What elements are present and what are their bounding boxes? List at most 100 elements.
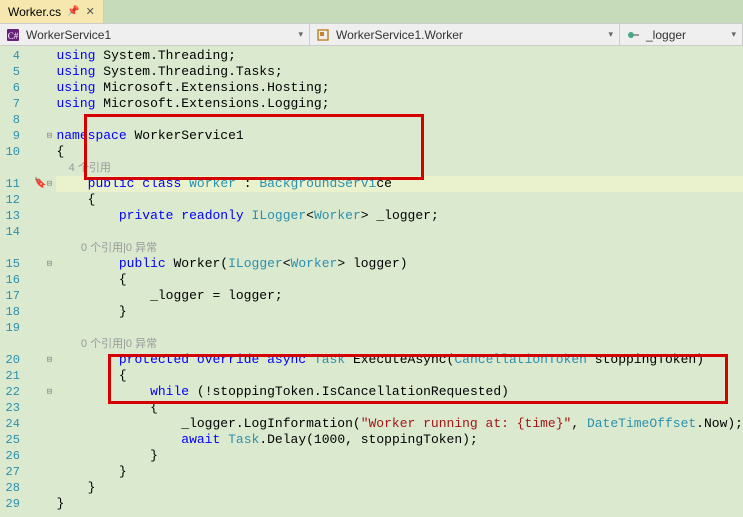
line-number: 24: [0, 416, 20, 432]
tab-bar: Worker.cs 📌 ✕: [0, 0, 743, 24]
line-number: 9: [0, 128, 20, 144]
code-line[interactable]: {: [56, 368, 743, 384]
close-icon[interactable]: ✕: [86, 5, 95, 18]
chevron-down-icon: ▾: [731, 29, 736, 40]
chevron-down-icon: ▾: [298, 29, 303, 40]
code-line[interactable]: using System.Threading;: [56, 48, 743, 64]
line-number: [0, 160, 20, 176]
breakpoint-slot[interactable]: [34, 128, 46, 144]
code-line[interactable]: [56, 320, 743, 336]
code-editor[interactable]: 4567891011121314151617181920212223242526…: [0, 46, 743, 517]
breakpoint-slot[interactable]: [34, 288, 46, 304]
code-line[interactable]: public Worker(ILogger<Worker> logger): [56, 256, 743, 272]
codelens-line[interactable]: 0 个引用|0 异常: [56, 336, 743, 352]
line-number: 27: [0, 464, 20, 480]
code-line[interactable]: private readonly ILogger<Worker> _logger…: [56, 208, 743, 224]
line-number: 26: [0, 448, 20, 464]
chevron-down-icon: ▾: [608, 29, 613, 40]
scope-namespace-dropdown[interactable]: C# WorkerService1 ▾: [0, 24, 310, 45]
line-number: 18: [0, 304, 20, 320]
line-number: 17: [0, 288, 20, 304]
line-number: 5: [0, 64, 20, 80]
code-line[interactable]: [56, 224, 743, 240]
breakpoint-slot[interactable]: [34, 96, 46, 112]
breakpoint-slot[interactable]: [34, 256, 46, 272]
code-line[interactable]: }: [56, 480, 743, 496]
line-number: 23: [0, 400, 20, 416]
line-number: 21: [0, 368, 20, 384]
codelens-text[interactable]: 4 个引用: [56, 162, 110, 174]
tab-label: Worker.cs: [8, 5, 61, 19]
code-line[interactable]: using System.Threading.Tasks;: [56, 64, 743, 80]
pin-icon[interactable]: 📌: [67, 6, 79, 17]
breakpoint-slot[interactable]: [34, 304, 46, 320]
code-line[interactable]: }: [56, 464, 743, 480]
class-icon: [316, 28, 330, 42]
nav-bar: C# WorkerService1 ▾ WorkerService1.Worke…: [0, 24, 743, 46]
code-line[interactable]: {: [56, 192, 743, 208]
code-line[interactable]: [56, 112, 743, 128]
code-line[interactable]: }: [56, 496, 743, 512]
line-number: 15: [0, 256, 20, 272]
breakpoint-slot[interactable]: [34, 64, 46, 80]
code-line[interactable]: }: [56, 448, 743, 464]
breakpoint-slot[interactable]: [34, 448, 46, 464]
breakpoint-slot[interactable]: [34, 320, 46, 336]
breakpoint-slot[interactable]: [34, 224, 46, 240]
breakpoint-slot[interactable]: [34, 48, 46, 64]
code-line[interactable]: }: [56, 304, 743, 320]
scope-class-dropdown[interactable]: WorkerService1.Worker ▾: [310, 24, 620, 45]
breakpoint-column[interactable]: 🔖: [34, 46, 46, 517]
breakpoint-slot[interactable]: [34, 384, 46, 400]
breakpoint-slot[interactable]: [34, 496, 46, 512]
breakpoint-slot[interactable]: [34, 352, 46, 368]
line-number-gutter: 4567891011121314151617181920212223242526…: [0, 46, 34, 517]
codelens-text[interactable]: 0 个引用|0 异常: [56, 338, 157, 350]
code-line[interactable]: protected override async Task ExecuteAsy…: [56, 352, 743, 368]
scope-member-dropdown[interactable]: _logger ▾: [620, 24, 743, 45]
csharp-icon: C#: [6, 28, 20, 42]
codelens-line[interactable]: 4 个引用: [56, 160, 743, 176]
line-number: [0, 240, 20, 256]
breakpoint-slot[interactable]: [34, 192, 46, 208]
code-line[interactable]: {: [56, 272, 743, 288]
breakpoint-slot[interactable]: [34, 112, 46, 128]
line-number: 10: [0, 144, 20, 160]
code-line[interactable]: {: [56, 400, 743, 416]
code-line[interactable]: await Task.Delay(1000, stoppingToken);: [56, 432, 743, 448]
code-line[interactable]: while (!stoppingToken.IsCancellationRequ…: [56, 384, 743, 400]
line-number: 7: [0, 96, 20, 112]
code-line[interactable]: namespace WorkerService1: [56, 128, 743, 144]
breakpoint-slot[interactable]: [34, 432, 46, 448]
breakpoint-slot[interactable]: [34, 416, 46, 432]
line-number: 25: [0, 432, 20, 448]
line-number: 22: [0, 384, 20, 400]
breakpoint-slot[interactable]: [34, 480, 46, 496]
breakpoint-slot[interactable]: [34, 400, 46, 416]
code-line[interactable]: _logger = logger;: [56, 288, 743, 304]
file-tab[interactable]: Worker.cs 📌 ✕: [0, 0, 104, 23]
breakpoint-slot[interactable]: [34, 336, 46, 352]
code-line[interactable]: public class Worker : BackgroundService: [56, 176, 743, 192]
codelens-line[interactable]: 0 个引用|0 异常: [56, 240, 743, 256]
line-number: 13: [0, 208, 20, 224]
line-number: 19: [0, 320, 20, 336]
breakpoint-slot[interactable]: [34, 144, 46, 160]
breakpoint-slot[interactable]: [34, 368, 46, 384]
line-number: [0, 336, 20, 352]
breakpoint-slot[interactable]: [34, 240, 46, 256]
code-line[interactable]: using Microsoft.Extensions.Hosting;: [56, 80, 743, 96]
code-line[interactable]: {: [56, 144, 743, 160]
breakpoint-slot[interactable]: [34, 160, 46, 176]
code-line[interactable]: _logger.LogInformation("Worker running a…: [56, 416, 743, 432]
code-line[interactable]: using Microsoft.Extensions.Logging;: [56, 96, 743, 112]
breakpoint-slot[interactable]: [34, 464, 46, 480]
breakpoint-slot[interactable]: [34, 80, 46, 96]
breakpoint-slot[interactable]: 🔖: [34, 176, 46, 192]
codelens-text[interactable]: 0 个引用|0 异常: [56, 242, 157, 254]
line-number: 4: [0, 48, 20, 64]
breakpoint-slot[interactable]: [34, 208, 46, 224]
breakpoint-slot[interactable]: [34, 272, 46, 288]
code-area[interactable]: using System.Threading;using System.Thre…: [52, 46, 743, 517]
field-icon: [626, 28, 640, 42]
